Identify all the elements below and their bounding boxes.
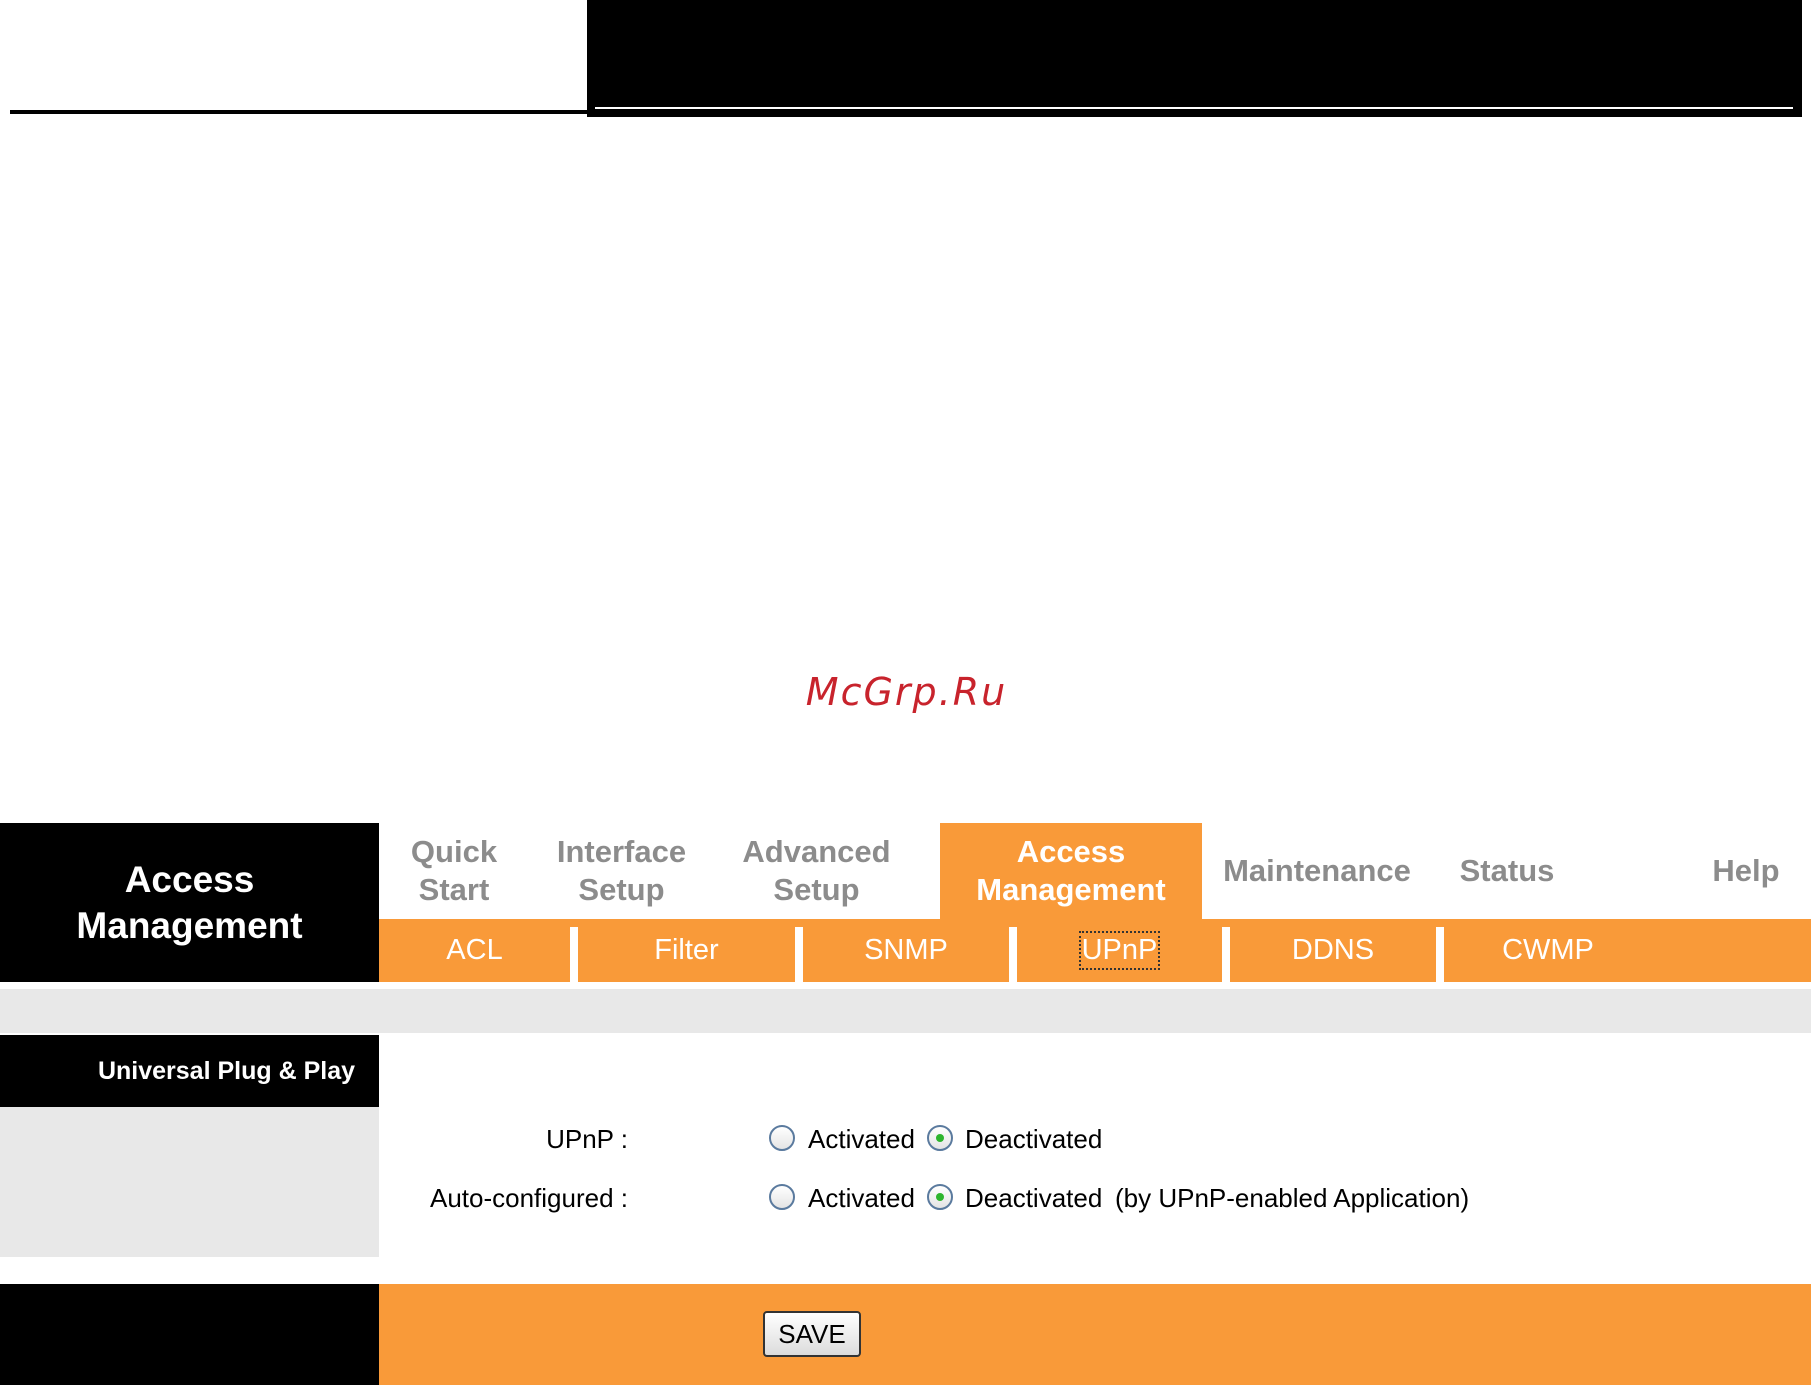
subtab-filter-label: Filter xyxy=(654,934,719,966)
auto-activated-label: Activated xyxy=(808,1183,915,1213)
subtab-cwmp-label: CWMP xyxy=(1502,934,1594,966)
upnp-row: UPnP : Activated Deactivated xyxy=(379,1119,1813,1159)
auto-configured-row: Auto-configured : Activated Deactivated … xyxy=(379,1178,1813,1218)
auto-deactivated-radio[interactable] xyxy=(927,1184,953,1210)
subtab-acl[interactable]: ACL xyxy=(379,919,570,982)
panel-label-box: Universal Plug & Play xyxy=(0,1035,379,1107)
auto-configured-label: Auto-configured : xyxy=(429,1183,628,1213)
panel-left-fill xyxy=(0,1107,379,1257)
subtab-filter[interactable]: Filter xyxy=(578,919,795,982)
subtab-ddns-label: DDNS xyxy=(1291,934,1375,966)
tab-status[interactable]: Status xyxy=(1432,823,1582,919)
watermark: McGrp.Ru xyxy=(805,670,1008,714)
upnp-deactivated-radio[interactable] xyxy=(927,1125,953,1151)
spacer-bar xyxy=(0,989,1811,1033)
upnp-activated-label: Activated xyxy=(808,1124,915,1154)
subtab-snmp[interactable]: SNMP xyxy=(803,919,1009,982)
footer-left-block xyxy=(0,1284,379,1385)
subnav-divider xyxy=(1009,927,1017,982)
upnp-deactivated-label: Deactivated xyxy=(965,1124,1103,1154)
sub-nav: ACL Filter SNMP UPnP DDNS CWMP xyxy=(379,919,1811,982)
upnp-settings: UPnP : Activated Deactivated Auto-config… xyxy=(379,1035,1813,1257)
auto-deactivated-label: Deactivated xyxy=(965,1183,1103,1213)
upnp-label: UPnP : xyxy=(546,1124,628,1154)
auto-configured-note: (by UPnP-enabled Application) xyxy=(1115,1183,1470,1213)
subnav-divider xyxy=(1436,927,1444,982)
tab-quick-start[interactable]: Quick Start xyxy=(379,823,529,919)
router-admin-ui: Access Management Quick Start Interface … xyxy=(0,823,1813,1385)
tab-maintenance[interactable]: Maintenance xyxy=(1202,823,1432,919)
auto-activated-radio[interactable] xyxy=(769,1184,795,1210)
header-block-rule xyxy=(595,107,1793,109)
subtab-ddns[interactable]: DDNS xyxy=(1230,919,1436,982)
subtab-acl-label: ACL xyxy=(446,934,503,966)
subtab-snmp-label: SNMP xyxy=(864,934,948,966)
upnp-activated-radio[interactable] xyxy=(769,1125,795,1151)
subtab-upnp[interactable]: UPnP xyxy=(1017,919,1222,982)
subnav-divider xyxy=(1222,927,1230,982)
section-title-box: Access Management xyxy=(0,823,379,982)
subtab-upnp-label: UPnP xyxy=(1078,931,1161,970)
save-button[interactable]: SAVE xyxy=(763,1311,861,1357)
section-title: Access Management xyxy=(76,858,303,946)
footer-bar xyxy=(379,1284,1811,1385)
header-black-block xyxy=(587,0,1802,117)
tab-access-management[interactable]: Access Management xyxy=(940,823,1202,919)
tab-advanced-setup[interactable]: Advanced Setup xyxy=(714,823,919,919)
panel-label: Universal Plug & Play xyxy=(97,1056,355,1085)
subtab-cwmp[interactable]: CWMP xyxy=(1444,919,1652,982)
top-nav: Quick Start Interface Setup Advanced Set… xyxy=(379,823,1813,919)
tab-help[interactable]: Help xyxy=(1679,823,1813,919)
tab-interface-setup[interactable]: Interface Setup xyxy=(529,823,714,919)
subnav-divider xyxy=(795,927,803,982)
subnav-divider xyxy=(570,927,578,982)
